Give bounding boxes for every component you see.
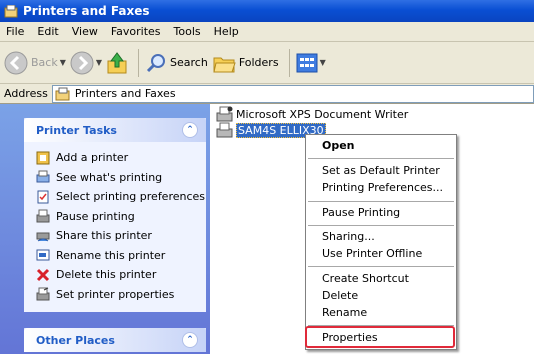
other-places-panel: Other Places ⌃	[24, 328, 206, 352]
printer-tasks-header[interactable]: Printer Tasks ⌃	[24, 118, 206, 142]
other-places-title: Other Places	[36, 333, 115, 347]
menu-item-pause-printing[interactable]: Pause Printing	[322, 205, 400, 221]
task-add-printer[interactable]: Add a printer	[36, 148, 206, 168]
menu-help[interactable]: Help	[214, 25, 239, 38]
add-printer-icon	[36, 151, 50, 165]
printers-folder-icon	[4, 4, 18, 17]
menu-separator	[308, 201, 454, 202]
printer-item-xps[interactable]: Microsoft XPS Document Writer	[216, 106, 408, 122]
context-menu: Open Set as Default Printer Printing Pre…	[305, 134, 457, 350]
preferences-icon	[37, 190, 49, 204]
task-see-printing[interactable]: See what's printing	[36, 168, 206, 188]
task-label: Pause printing	[56, 209, 135, 223]
forward-arrow-icon	[70, 51, 94, 74]
window-title: Printers and Faxes	[23, 4, 150, 18]
back-button[interactable]: Back ▼	[4, 51, 66, 75]
views-dropdown-icon[interactable]: ▼	[320, 58, 326, 67]
task-label: Share this printer	[56, 229, 152, 243]
task-printing-preferences[interactable]: Select printing preferences	[36, 187, 206, 207]
task-printer-properties[interactable]: Set printer properties	[36, 285, 206, 305]
task-label: Add a printer	[56, 151, 129, 165]
task-label: Set printer properties	[56, 287, 175, 301]
back-dropdown-icon[interactable]: ▼	[60, 58, 66, 67]
menu-item-use-offline[interactable]: Use Printer Offline	[322, 246, 422, 262]
address-bar: Address Printers and Faxes	[0, 84, 534, 104]
printers-folder-icon	[55, 87, 70, 100]
collapse-chevron-icon[interactable]: ⌃	[182, 332, 198, 348]
views-icon	[296, 53, 318, 72]
printer-name: Microsoft XPS Document Writer	[236, 107, 409, 121]
up-button[interactable]	[106, 51, 128, 75]
printer-icon	[216, 122, 233, 138]
task-label: Select printing preferences	[56, 190, 206, 204]
task-pause-printing[interactable]: Pause printing	[36, 207, 206, 227]
title-bar: Printers and Faxes	[0, 0, 534, 22]
forward-dropdown-icon[interactable]: ▼	[96, 58, 102, 67]
up-folder-icon	[107, 51, 127, 73]
address-value: Printers and Faxes	[74, 87, 176, 100]
address-field[interactable]: Printers and Faxes	[51, 84, 534, 103]
menu-bar: File Edit View Favorites Tools Help	[0, 22, 534, 42]
folders-button[interactable]: Folders	[212, 52, 279, 74]
menu-item-create-shortcut[interactable]: Create Shortcut	[322, 271, 409, 287]
menu-item-set-default[interactable]: Set as Default Printer	[322, 163, 440, 179]
pause-printer-icon	[36, 209, 50, 223]
task-label: Rename this printer	[56, 248, 166, 262]
toolbar-separator	[288, 48, 290, 77]
share-printer-icon	[36, 232, 50, 242]
task-label: See what's printing	[56, 170, 163, 184]
menu-separator	[308, 266, 454, 267]
back-label: Back	[31, 56, 58, 69]
menu-separator	[308, 158, 454, 159]
forward-button[interactable]: ▼	[70, 51, 102, 75]
printer-tasks-title: Printer Tasks	[36, 123, 117, 137]
menu-view[interactable]: View	[72, 25, 98, 38]
print-queue-icon	[36, 170, 50, 183]
menu-edit[interactable]: Edit	[37, 25, 58, 38]
task-delete-printer[interactable]: Delete this printer	[36, 265, 206, 285]
toolbar-separator	[138, 48, 140, 77]
printer-tasks-panel: Printer Tasks ⌃ Add a printer See what's…	[24, 118, 206, 312]
task-label: Delete this printer	[56, 268, 157, 282]
address-label: Address	[4, 87, 48, 100]
task-rename-printer[interactable]: Rename this printer	[36, 246, 206, 266]
menu-item-open[interactable]: Open	[322, 138, 355, 154]
printer-icon	[216, 106, 233, 122]
menu-item-printing-preferences[interactable]: Printing Preferences...	[322, 180, 443, 196]
menu-separator	[308, 225, 454, 226]
folders-label: Folders	[238, 56, 279, 69]
menu-item-sharing[interactable]: Sharing...	[322, 229, 375, 245]
rename-icon	[36, 249, 50, 261]
menu-tools[interactable]: Tools	[174, 25, 201, 38]
search-icon	[146, 53, 166, 72]
delete-x-icon	[36, 268, 50, 281]
properties-highlight-box	[305, 326, 455, 348]
views-button[interactable]: ▼	[296, 53, 326, 73]
search-label: Search	[170, 56, 208, 69]
menu-favorites[interactable]: Favorites	[111, 25, 161, 38]
task-share-printer[interactable]: Share this printer	[36, 226, 206, 246]
printer-tasks-list: Add a printer See what's printing Select…	[24, 142, 206, 312]
back-arrow-icon	[4, 51, 28, 74]
collapse-chevron-icon[interactable]: ⌃	[182, 122, 198, 138]
search-button[interactable]: Search	[145, 52, 208, 74]
other-places-header[interactable]: Other Places ⌃	[24, 328, 206, 352]
task-pane: Printer Tasks ⌃ Add a printer See what's…	[0, 104, 210, 354]
menu-file[interactable]: File	[6, 25, 24, 38]
menu-item-rename[interactable]: Rename	[322, 305, 367, 321]
folders-icon	[213, 57, 236, 72]
toolbar: Back ▼ ▼ Search Folders ▼	[0, 42, 534, 84]
printer-properties-icon	[36, 287, 50, 301]
menu-item-delete[interactable]: Delete	[322, 288, 358, 304]
